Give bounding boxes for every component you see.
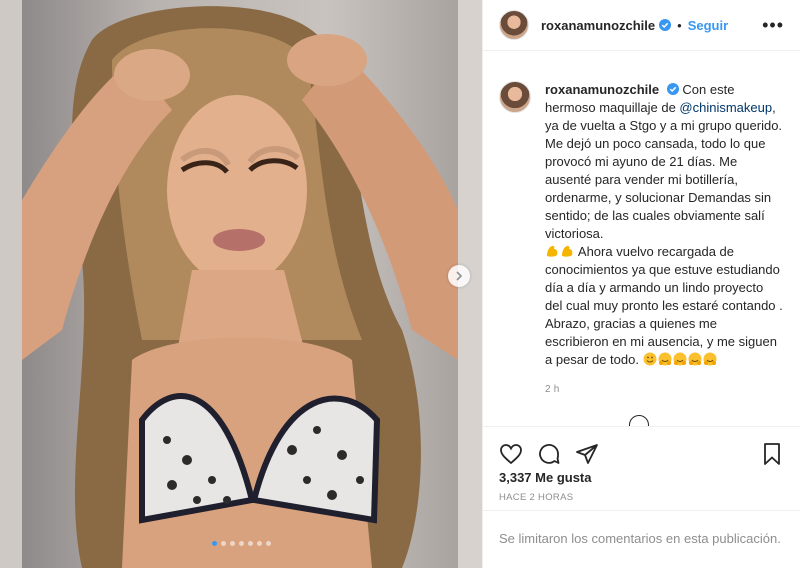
header-username[interactable]: roxanamunozchile: [541, 18, 655, 33]
carousel-dot: [211, 541, 217, 546]
plus-circle-icon[interactable]: [629, 415, 649, 426]
caption-body: , ya de vuelta a Stgo y a mi grupo queri…: [545, 100, 783, 241]
comments-area[interactable]: roxanamunozchile Con este hermoso maquil…: [483, 51, 800, 426]
more-options-icon[interactable]: •••: [762, 15, 784, 36]
likes-count[interactable]: 3,337 Me gusta: [499, 470, 592, 485]
carousel-dot: [238, 541, 244, 546]
comment-time[interactable]: 2 h: [545, 381, 784, 399]
mention-link[interactable]: @chinismakeup: [679, 100, 772, 115]
hugging-face-emoji: [703, 352, 717, 366]
carousel-dot: [247, 541, 253, 546]
post-header: roxanamunozchile • Seguir •••: [483, 0, 800, 51]
smiling-face-emoji: [643, 352, 657, 366]
next-slide-button[interactable]: [448, 265, 470, 287]
carousel-dot: [229, 541, 235, 546]
hugging-face-emoji: [673, 352, 687, 366]
post-photo[interactable]: [0, 0, 482, 568]
verified-badge-icon: [666, 83, 679, 95]
chevron-right-icon: [456, 271, 463, 281]
avatar[interactable]: [499, 10, 529, 40]
hugging-face-emoji: [658, 352, 672, 366]
post-timestamp[interactable]: HACE 2 HORAS: [499, 492, 573, 503]
post-side-panel: roxanamunozchile • Seguir ••• roxanamuno…: [482, 0, 800, 568]
bookmark-icon[interactable]: [760, 442, 784, 466]
caption-text: roxanamunozchile Con este hermoso maquil…: [545, 81, 784, 399]
header-separator: •: [677, 17, 682, 33]
flexed-bicep-emoji: [547, 245, 558, 257]
comments-limited-notice: Se limitaron los comentarios en esta pub…: [483, 510, 800, 568]
comment-icon[interactable]: [537, 442, 561, 466]
carousel-dot: [220, 541, 226, 546]
woman-figure-illustration: [22, 6, 458, 568]
flexed-bicep-emoji: [562, 245, 573, 257]
follow-button[interactable]: Seguir: [688, 18, 728, 33]
carousel-dot: [265, 541, 271, 546]
heart-icon[interactable]: [499, 442, 523, 466]
caption: roxanamunozchile Con este hermoso maquil…: [483, 51, 800, 399]
caption-username[interactable]: roxanamunozchile: [545, 82, 659, 97]
photo-left-edge: [0, 0, 22, 568]
carousel-dot: [256, 541, 262, 546]
verified-badge-icon: [659, 19, 672, 31]
share-icon[interactable]: [575, 442, 599, 466]
caption-avatar[interactable]: [499, 81, 531, 113]
caption-continuation: Ahora vuelvo recargada de conocimientos …: [545, 244, 783, 367]
action-bar: [483, 426, 800, 472]
hugging-face-emoji: [688, 352, 702, 366]
carousel-indicator: [0, 541, 482, 546]
